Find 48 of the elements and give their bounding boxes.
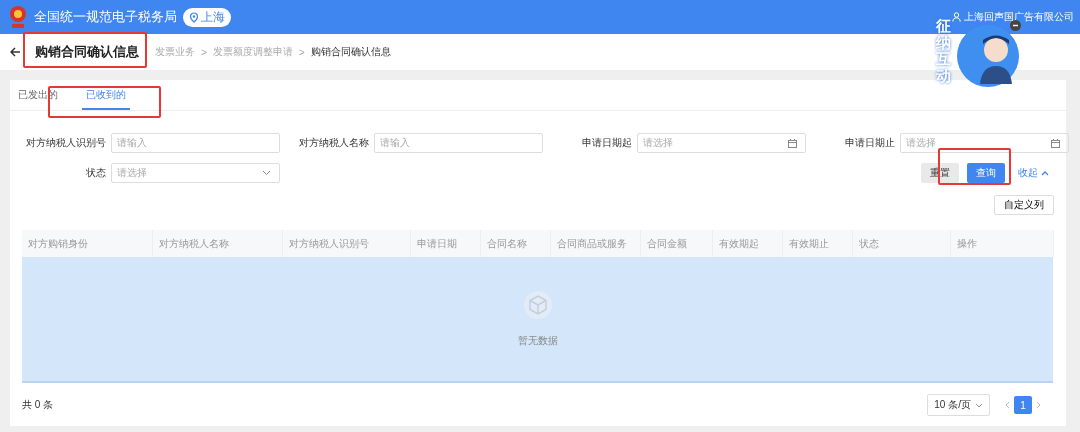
breadcrumb-link[interactable]: 发票额度调整申请 <box>212 45 293 59</box>
date-picker[interactable]: 请选择 <box>637 133 806 153</box>
column-header: 合同金额 <box>640 230 712 257</box>
site-title: 全国统一规范电子税务局 <box>34 8 177 26</box>
chevron-down-icon <box>262 170 271 176</box>
chevron-down-icon <box>975 402 983 408</box>
column-header: 对方购销身份 <box>22 230 152 257</box>
chevron-up-icon <box>1041 170 1049 176</box>
tab[interactable]: 已收到的 <box>82 80 130 110</box>
back-arrow-icon[interactable] <box>10 47 21 57</box>
input-field[interactable]: 请输入 <box>111 133 280 153</box>
filter-label: 状态 <box>85 166 106 180</box>
breadcrumb-separator: > <box>201 46 207 58</box>
company-name[interactable]: 上海回声国广告有限公司 <box>964 10 1074 24</box>
breadcrumb-link[interactable]: 发票业务 <box>155 45 195 59</box>
empty-box-icon <box>522 290 553 320</box>
column-header: 对方纳税人识别号 <box>282 230 410 257</box>
query-button[interactable]: 查询 <box>967 163 1005 183</box>
column-header: 有效期起 <box>712 230 782 257</box>
column-header: 合同商品或服务 <box>550 230 640 257</box>
user-icon <box>952 12 961 22</box>
empty-message: 暂无数据 <box>517 334 558 348</box>
column-header: 合同名称 <box>480 230 550 257</box>
column-header: 操作 <box>950 230 1053 257</box>
calendar-icon <box>1051 138 1060 148</box>
page-title: 购销合同确认信息 <box>35 43 139 61</box>
collapse-link[interactable]: 收起 <box>1018 166 1049 180</box>
page-number[interactable]: 1 <box>1014 396 1032 414</box>
select-field[interactable]: 请选择 <box>111 163 280 183</box>
column-header: 申请日期 <box>410 230 480 257</box>
page-size-select[interactable]: 10 条/页 <box>927 394 990 416</box>
input-field[interactable]: 请输入 <box>374 133 543 153</box>
custom-columns-button[interactable]: 自定义列 <box>994 195 1054 215</box>
filter-label: 申请日期起 <box>581 136 632 150</box>
region-badge[interactable]: 上海 <box>183 7 231 27</box>
column-header: 状态 <box>852 230 950 257</box>
total-count: 共 0 条 <box>22 398 54 412</box>
minimize-icon[interactable] <box>1010 20 1021 31</box>
column-header: 对方纳税人名称 <box>152 230 282 257</box>
filter-label: 对方纳税人名称 <box>298 136 369 150</box>
date-picker[interactable]: 请选择 <box>900 133 1069 153</box>
mascot-label: 征纳互动 <box>936 18 951 84</box>
column-header: 有效期止 <box>782 230 852 257</box>
filter-label: 申请日期止 <box>844 136 895 150</box>
mascot-drawing[interactable] <box>956 24 1020 88</box>
filter-label: 对方纳税人识别号 <box>25 136 106 150</box>
calendar-icon <box>788 138 797 148</box>
breadcrumb-separator: > <box>298 46 305 58</box>
